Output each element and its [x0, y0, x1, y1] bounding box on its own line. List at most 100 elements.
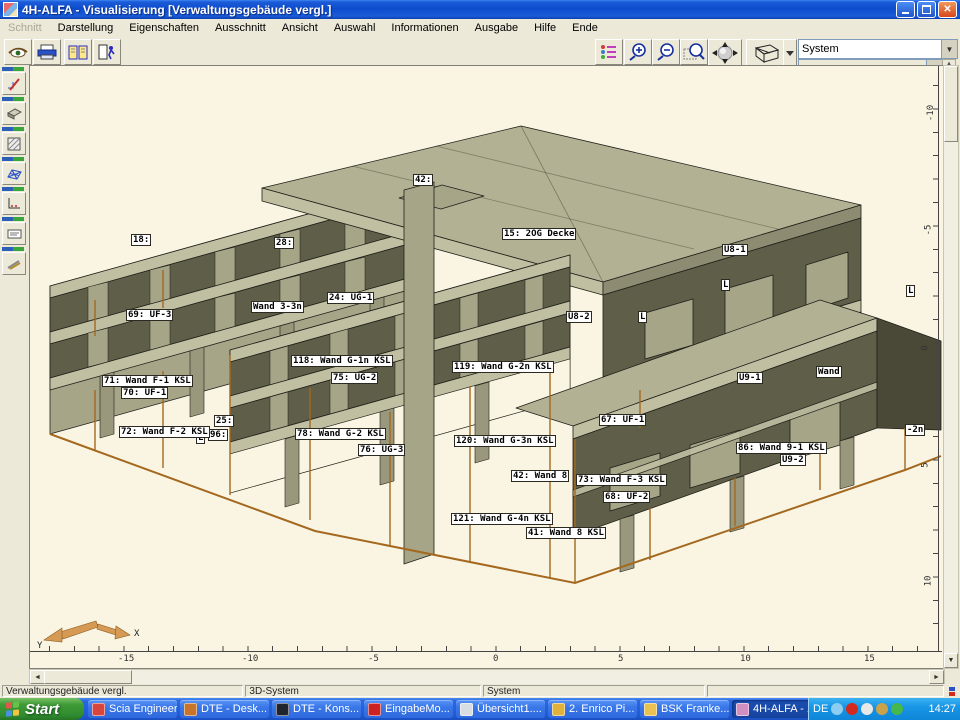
help-book-button[interactable]: [64, 39, 92, 65]
element-label: 119: Wand G-2n KSL: [452, 361, 554, 373]
menu-item[interactable]: Ausschnitt: [207, 20, 274, 36]
exit-door-button[interactable]: [93, 39, 121, 65]
status-section: System: [483, 685, 705, 697]
taskbar-task-button[interactable]: 2. Enrico Pi...: [548, 700, 637, 718]
start-button[interactable]: Start: [0, 698, 84, 720]
right-ruler-number: 10: [923, 576, 933, 587]
horizontal-scrollbar[interactable]: ◄ ►: [29, 669, 945, 685]
task-app-icon: [736, 703, 749, 716]
menu-item[interactable]: Ansicht: [274, 20, 326, 36]
element-label: 78: Wand G-2 KSL: [295, 428, 386, 440]
system-combobox[interactable]: System ▼: [798, 39, 958, 59]
task-app-icon: [276, 703, 289, 716]
element-label: 28:: [274, 237, 294, 249]
system-combobox-value: System: [799, 43, 941, 55]
right-ruler-number: -10: [926, 105, 936, 121]
menu-item[interactable]: Eigenschaften: [121, 20, 207, 36]
zoom-out-button[interactable]: [652, 39, 680, 65]
taskbar-task-button[interactable]: DTE - Desk...: [180, 700, 269, 718]
vertical-scrollbar-thumb[interactable]: [944, 66, 958, 142]
right-ruler-number: -5: [923, 225, 933, 236]
work-area: 18: 28: 42: 15: 2OG Decke U8-1 U8-2 69: …: [0, 65, 960, 684]
menu-item[interactable]: Darstellung: [50, 20, 122, 36]
render-tree-button[interactable]: [595, 39, 623, 65]
taskbar-task-button[interactable]: DTE - Kons...: [272, 700, 361, 718]
tray-icon[interactable]: [831, 703, 843, 715]
element-label: 71: Wand F-1 KSL: [102, 375, 193, 387]
menu-item[interactable]: Schnitt: [0, 20, 50, 36]
taskbar-task-button[interactable]: EingabeMo...: [364, 700, 453, 718]
start-label: Start: [25, 701, 59, 718]
scroll-left-button[interactable]: ◄: [30, 670, 45, 684]
side-toolbar: [1, 67, 28, 277]
close-button[interactable]: ✕: [938, 1, 957, 18]
status-section: Verwaltungsgebäude vergl.: [2, 685, 243, 697]
task-app-icon: [552, 703, 565, 716]
menu-item[interactable]: Hilfe: [526, 20, 564, 36]
window-title: 4H-ALFA - Visualisierung [Verwaltungsgeb…: [22, 3, 331, 17]
menu-item[interactable]: Ende: [564, 20, 606, 36]
scroll-right-button[interactable]: ►: [929, 670, 944, 684]
right-ruler-number: 5: [921, 462, 931, 467]
redraw-pen-button[interactable]: [2, 72, 26, 95]
bottom-ruler-number: -10: [242, 654, 258, 664]
bottom-ruler-number: 0: [493, 654, 498, 664]
view-eye-button[interactable]: [4, 39, 32, 65]
taskbar-task-button[interactable]: Übersicht1....: [456, 700, 545, 718]
dimension-button[interactable]: [2, 192, 26, 215]
element-label: 86: Wand 9-1 KSL: [736, 442, 827, 454]
element-label: L: [721, 279, 730, 291]
element-label: 42: Wand 8: [511, 470, 569, 482]
print-button[interactable]: [33, 39, 61, 65]
hatch-button[interactable]: [2, 132, 26, 155]
element-label: 67: UF-1: [599, 414, 646, 426]
task-app-icon: [92, 703, 105, 716]
element-label: 15: 2OG Decke: [502, 228, 576, 240]
element-label: 75: UG-2: [331, 372, 378, 384]
clock: 14:27: [928, 703, 956, 715]
element-label: 42:: [413, 174, 433, 186]
slope-button[interactable]: [2, 252, 26, 275]
tray-icon[interactable]: [846, 703, 858, 715]
app-window: 4H-ALFA - Visualisierung [Verwaltungsgeb…: [0, 0, 960, 720]
element-label: L: [906, 285, 915, 297]
element-label: 18:: [131, 234, 151, 246]
annotation-button[interactable]: [2, 222, 26, 245]
zoom-window-button[interactable]: [680, 39, 708, 65]
element-label: 120: Wand G-3n KSL: [454, 435, 556, 447]
element-label: 121: Wand G-4n KSL: [451, 513, 553, 525]
vertical-scrollbar[interactable]: ▼: [943, 65, 959, 669]
pan-button[interactable]: [708, 39, 742, 67]
section-3d-button[interactable]: [2, 102, 26, 125]
bottom-ruler-number: 10: [740, 654, 751, 664]
horizontal-scrollbar-thumb[interactable]: [44, 670, 132, 684]
menu-item[interactable]: Ausgabe: [467, 20, 526, 36]
drawing-canvas[interactable]: 18: 28: 42: 15: 2OG Decke U8-1 U8-2 69: …: [29, 65, 945, 669]
menu-item[interactable]: Auswahl: [326, 20, 384, 36]
menu-item[interactable]: Informationen: [383, 20, 466, 36]
bottom-ruler-number: -15: [118, 654, 134, 664]
mesh-button[interactable]: [2, 162, 26, 185]
chevron-down-icon[interactable]: ▼: [941, 40, 957, 58]
taskbar-task-button[interactable]: BSK Franke...: [640, 700, 729, 718]
status-section: [707, 685, 944, 697]
minimize-button[interactable]: [896, 1, 915, 18]
taskbar-task-button[interactable]: 4H-ALFA - ...: [732, 700, 808, 718]
element-label: 70: UF-1: [121, 387, 168, 399]
element-label: 96:: [208, 429, 228, 441]
language-indicator[interactable]: DE: [813, 703, 828, 715]
element-label: 76: UG-3: [358, 444, 405, 456]
task-app-icon: [184, 703, 197, 716]
element-label: U8-2: [566, 311, 592, 323]
view-3d-dropdown[interactable]: [783, 39, 797, 67]
zoom-in-button[interactable]: [624, 39, 652, 65]
axis-x-label: X: [134, 629, 140, 639]
tray-icon[interactable]: [891, 703, 903, 715]
restore-button[interactable]: [917, 1, 936, 18]
view-3d-box-button[interactable]: [746, 39, 784, 67]
tray-icon[interactable]: [876, 703, 888, 715]
scroll-down-button[interactable]: ▼: [944, 653, 958, 668]
tray-icon[interactable]: [861, 703, 873, 715]
taskbar-task-button[interactable]: Scia Engineer: [88, 700, 177, 718]
system-tray: DE 14:27: [808, 698, 960, 720]
